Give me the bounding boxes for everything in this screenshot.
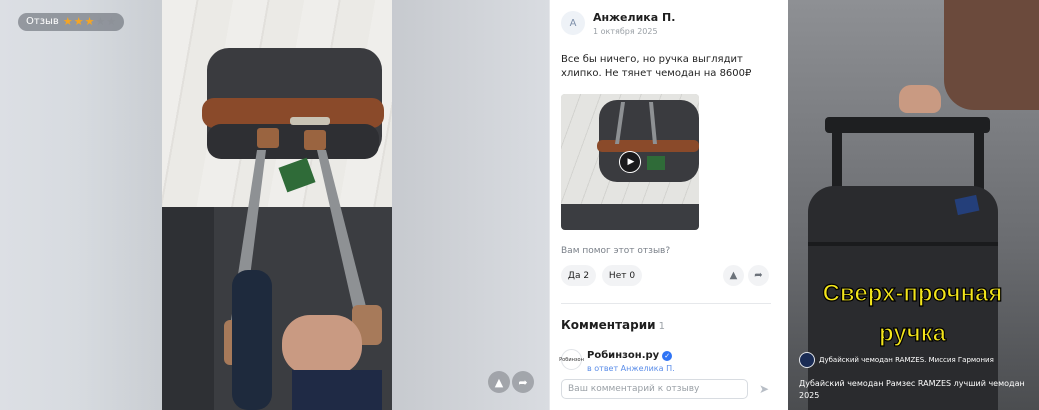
video-person [944, 0, 1039, 110]
report-review-button[interactable]: ▲ [723, 265, 744, 286]
verified-icon: ✓ [662, 350, 673, 361]
report-media-button[interactable]: ▲ [488, 371, 510, 393]
badge-label: Отзыв [26, 16, 59, 27]
video-channel[interactable]: Дубайский чемодан RAMZES. Миссия Гармони… [819, 356, 994, 364]
comment-input[interactable] [561, 379, 748, 399]
play-icon: ▶ [627, 157, 635, 167]
send-button[interactable]: ➤ [756, 381, 772, 397]
comment-author[interactable]: Робинзон.ру ✓ [587, 350, 673, 361]
star-icon: ★ [62, 15, 73, 28]
review-media-viewer[interactable]: Отзыв ★ ★ ★ ★ ★ ▲ ➦ [0, 0, 549, 410]
related-video-card[interactable]: Сверх-прочная ручка Дубайский чемодан RA… [786, 0, 1039, 410]
comments-title: Комментарии 1 [561, 318, 665, 332]
review-text: Все бы ничего, но ручка выглядит хлипко.… [561, 54, 752, 79]
video-title[interactable]: Дубайский чемодан Рамзес RAMZES лучший ч… [799, 378, 1034, 402]
share-icon: ➦ [754, 270, 763, 281]
review-video-thumbnail[interactable]: ▶ [561, 94, 699, 230]
video-overlay-caption: Сверх-прочная [822, 279, 1003, 307]
vote-yes-button[interactable]: Да 2 [561, 265, 596, 286]
video-suitcase-handle [825, 117, 990, 133]
review-viewer: Отзыв ★ ★ ★ ★ ★ ▲ ➦ А Анжелика П. 1 октя… [0, 0, 1039, 410]
helpful-question: Вам помог этот отзыв? [561, 246, 671, 256]
rating-stars: ★ ★ ★ ★ ★ [63, 13, 116, 31]
vote-no-button[interactable]: Нет 0 [602, 265, 642, 286]
review-panel: А Анжелика П. 1 октября 2025 Все бы ниче… [549, 0, 786, 410]
warning-icon: ▲ [494, 375, 504, 389]
channel-avatar[interactable] [799, 352, 815, 368]
warning-icon: ▲ [729, 270, 738, 281]
divider [561, 303, 771, 304]
review-photo [162, 0, 392, 410]
comment-avatar: Робинзон [559, 349, 584, 370]
review-author[interactable]: Анжелика П. [593, 11, 675, 24]
avatar: А [561, 11, 585, 35]
star-icon: ★ [95, 15, 106, 28]
share-icon: ➦ [518, 375, 528, 389]
share-review-button[interactable]: ➦ [748, 265, 769, 286]
share-media-button[interactable]: ➦ [512, 371, 534, 393]
review-date: 1 октября 2025 [593, 27, 658, 36]
play-button[interactable]: ▶ [619, 151, 641, 173]
star-icon: ★ [84, 15, 95, 28]
send-icon: ➤ [758, 382, 770, 396]
video-overlay-caption: ручка [878, 319, 946, 347]
star-icon: ★ [73, 15, 84, 28]
review-badge: Отзыв ★ ★ ★ ★ ★ [18, 13, 125, 31]
comment-reply-to[interactable]: в ответ Анжелика П. [587, 364, 675, 373]
star-icon: ★ [106, 15, 117, 28]
comments-count: 1 [658, 321, 665, 332]
suitcase-illustration [202, 48, 384, 410]
